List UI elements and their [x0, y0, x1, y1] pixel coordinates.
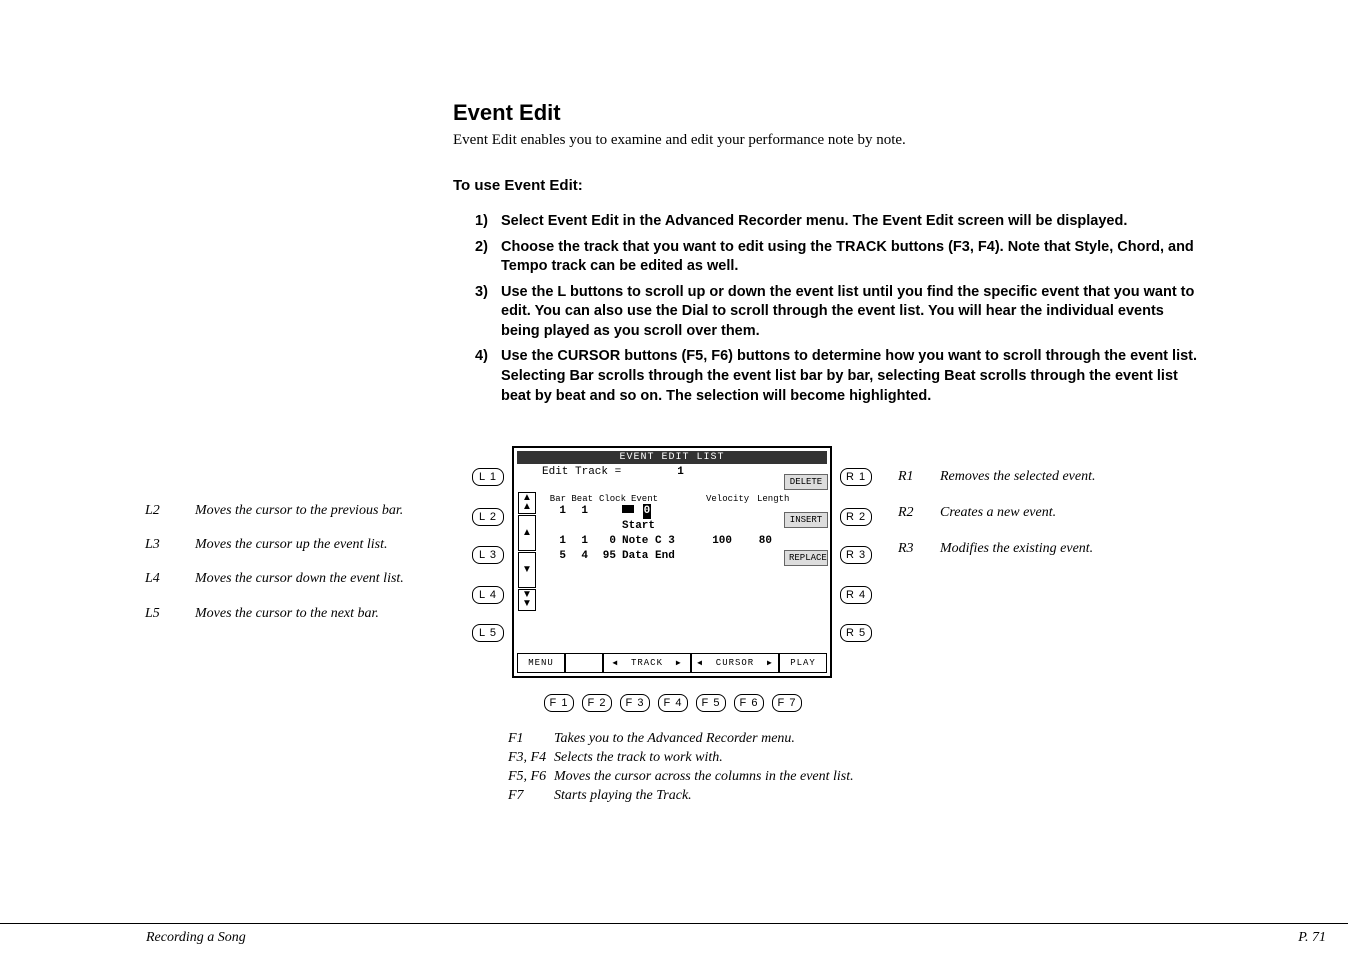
- f4-button[interactable]: F 4: [658, 694, 688, 712]
- steps-list: 1)Select Event Edit in the Advanced Reco…: [453, 212, 1203, 406]
- step-3: 3)Use the L buttons to scroll up or down…: [475, 283, 1203, 342]
- l4-button[interactable]: L 4: [472, 586, 504, 604]
- intro-text: Event Edit enables you to examine and ed…: [453, 132, 1203, 149]
- l1-button[interactable]: L 1: [472, 468, 504, 486]
- f5-button[interactable]: F 5: [696, 694, 726, 712]
- down-arrow-icon[interactable]: ▼: [518, 552, 536, 588]
- replace-softbutton[interactable]: REPLACE: [784, 550, 828, 566]
- left-arrow-icon: ◀: [612, 658, 618, 668]
- page-title: Event Edit: [453, 100, 1203, 126]
- f7-button[interactable]: F 7: [772, 694, 802, 712]
- r-button-descriptions: R1Removes the selected event. R2Creates …: [898, 468, 1095, 577]
- f-buttons-row: F 1 F 2 F 3 F 4 F 5 F 6 F 7: [544, 694, 802, 712]
- f3-button[interactable]: F 3: [620, 694, 650, 712]
- double-up-arrow-icon[interactable]: ▲▲: [518, 492, 536, 514]
- insert-softbutton[interactable]: INSERT: [784, 512, 828, 528]
- start-marker-icon: [622, 505, 634, 513]
- l-button-descriptions: L2Moves the cursor to the previous bar. …: [145, 502, 435, 639]
- main-content: Event Edit Event Edit enables you to exa…: [453, 100, 1203, 412]
- right-arrow-icon: ▶: [676, 658, 682, 668]
- up-arrow-icon[interactable]: ▲: [518, 515, 536, 551]
- l3-button[interactable]: L 3: [472, 546, 504, 564]
- footer-page: P. 71: [1298, 930, 1326, 946]
- cursor-softbutton[interactable]: ◀ CURSOR ▶: [691, 653, 779, 673]
- lcd-bottom-bar: MENU ◀ TRACK ▶ ◀ CURSOR ▶ PLAY: [517, 653, 827, 673]
- f1-button[interactable]: F 1: [544, 694, 574, 712]
- double-down-arrow-icon[interactable]: ▼▼: [518, 589, 536, 611]
- scroll-arrows: ▲▲ ▲ ▼ ▼▼: [518, 464, 536, 612]
- play-softbutton[interactable]: PLAY: [779, 653, 827, 673]
- r2-button[interactable]: R 2: [840, 508, 872, 526]
- menu-softbutton[interactable]: MENU: [517, 653, 565, 673]
- l2-button[interactable]: L 2: [472, 508, 504, 526]
- r5-button[interactable]: R 5: [840, 624, 872, 642]
- delete-softbutton[interactable]: DELETE: [784, 474, 828, 490]
- lcd-row-2: 1 1 0 Note C 3 100 80: [538, 534, 827, 549]
- track-softbutton[interactable]: ◀ TRACK ▶: [603, 653, 691, 673]
- lcd-screen: EVENT EDIT LIST Edit Track = 1 Bar Beat …: [512, 446, 832, 678]
- f-button-descriptions: F1Takes you to the Advanced Recorder men…: [508, 730, 854, 806]
- page-footer: Recording a Song P. 71: [0, 923, 1348, 946]
- step-1: 1)Select Event Edit in the Advanced Reco…: [475, 212, 1203, 232]
- l5-button[interactable]: L 5: [472, 624, 504, 642]
- step-4: 4)Use the CURSOR buttons (F5, F6) button…: [475, 347, 1203, 406]
- subtitle: To use Event Edit:: [453, 177, 1203, 194]
- right-arrow-icon: ▶: [767, 658, 773, 668]
- r1-button[interactable]: R 1: [840, 468, 872, 486]
- lcd-column-headers: Bar Beat Clock Event Velocity Length: [538, 494, 827, 504]
- r4-button[interactable]: R 4: [840, 586, 872, 604]
- footer-section: Recording a Song: [146, 930, 246, 946]
- left-arrow-icon: ◀: [697, 658, 703, 668]
- step-2: 2)Choose the track that you want to edit…: [475, 238, 1203, 277]
- f2-button[interactable]: F 2: [582, 694, 612, 712]
- r3-button[interactable]: R 3: [840, 546, 872, 564]
- f6-button[interactable]: F 6: [734, 694, 764, 712]
- lcd-title: EVENT EDIT LIST: [517, 451, 827, 464]
